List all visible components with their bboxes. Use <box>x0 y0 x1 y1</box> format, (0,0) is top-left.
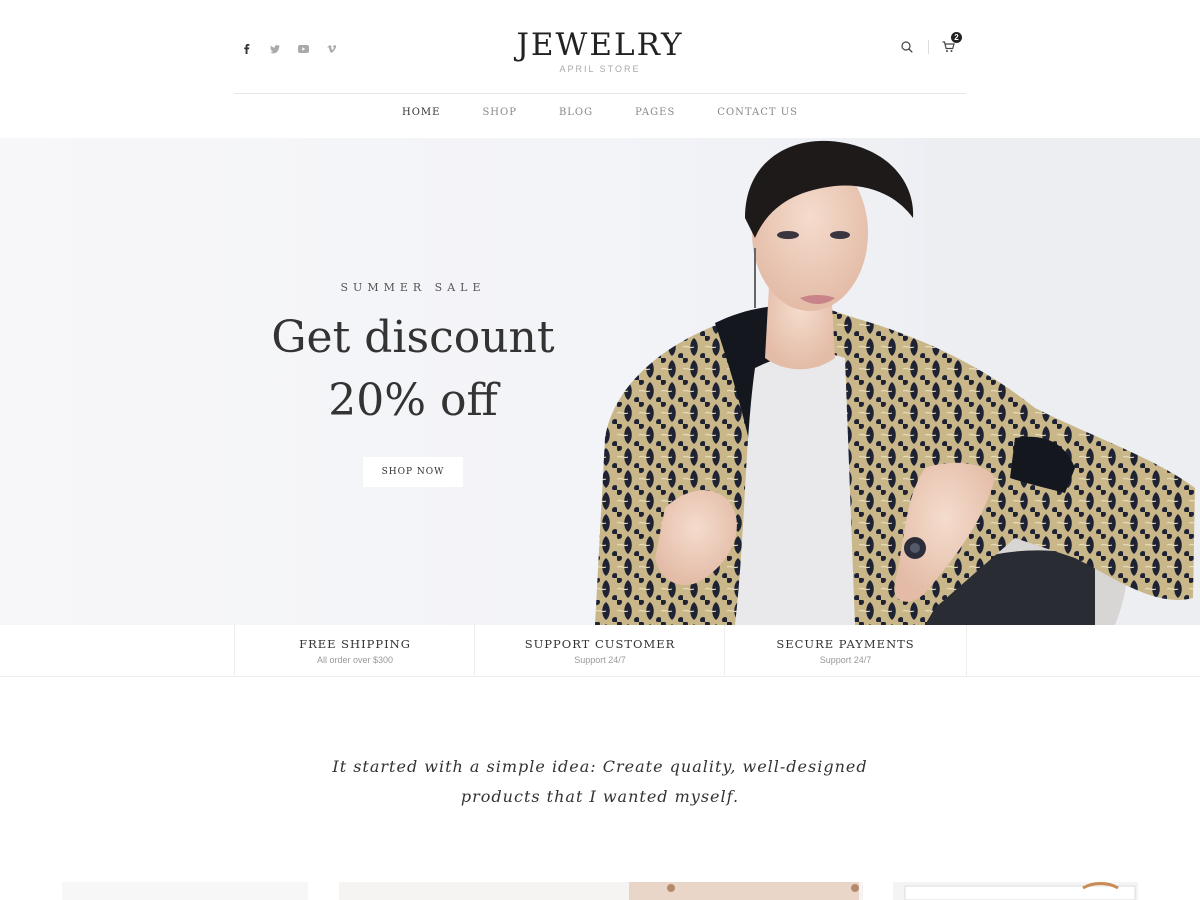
header-divider <box>928 40 929 54</box>
shop-now-button[interactable]: SHOP NOW <box>363 457 463 487</box>
product-image <box>904 882 1136 900</box>
product-image <box>339 882 863 900</box>
hero-banner: SUMMER SALE Get discount 20% off SHOP NO… <box>0 138 1200 625</box>
nav-item-blog[interactable]: BLOG <box>538 107 614 118</box>
main-nav: HOME SHOP BLOG PAGES CONTACT US <box>0 107 1200 118</box>
nav-item-home[interactable]: HOME <box>381 107 461 118</box>
hero-title-line2: 20% off <box>328 375 498 426</box>
hero-model-image <box>595 138 1200 625</box>
feature-subtitle: Support 24/7 <box>574 655 626 665</box>
logo-subtitle: APRIL STORE <box>559 64 641 74</box>
cart-count-badge: 2 <box>951 32 962 43</box>
site-header: JEWELRY APRIL STORE 2 HOME SHOP BLOG PAG… <box>0 0 1200 138</box>
feature-support-customer: SUPPORT CUSTOMER Support 24/7 <box>474 625 725 676</box>
feature-title: SUPPORT CUSTOMER <box>524 637 676 651</box>
nav-item-contact-us[interactable]: CONTACT US <box>696 107 819 118</box>
logo[interactable]: JEWELRY APRIL STORE <box>0 28 1200 74</box>
product-card[interactable] <box>62 882 308 900</box>
product-card[interactable] <box>893 882 1138 900</box>
search-icon[interactable] <box>898 38 916 56</box>
nav-item-shop[interactable]: SHOP <box>461 107 538 118</box>
hero-kicker: SUMMER SALE <box>340 281 486 294</box>
hero-title-line1: Get discount <box>271 312 555 363</box>
product-card[interactable] <box>339 882 863 900</box>
brand-quote: It started with a simple idea: Create qu… <box>0 752 1200 812</box>
feature-title: FREE SHIPPING <box>299 637 411 651</box>
feature-secure-payments: SECURE PAYMENTS Support 24/7 <box>724 625 967 676</box>
quote-line2: products that I wanted myself. <box>460 787 740 806</box>
quote-line1: It started with a simple idea: Create qu… <box>332 757 868 776</box>
header-divider-line <box>234 93 966 94</box>
feature-free-shipping: FREE SHIPPING All order over $300 <box>234 625 475 676</box>
feature-subtitle: Support 24/7 <box>819 655 872 665</box>
cart-button[interactable]: 2 <box>939 32 962 56</box>
features-bar: FREE SHIPPING All order over $300 SUPPOR… <box>0 625 1200 677</box>
feature-title: SECURE PAYMENTS <box>776 637 915 651</box>
nav-item-pages[interactable]: PAGES <box>614 107 696 118</box>
cart-icon <box>942 41 955 52</box>
feature-subtitle: All order over $300 <box>316 655 394 665</box>
logo-title: JEWELRY <box>516 27 684 63</box>
header-actions: 2 <box>898 32 962 56</box>
